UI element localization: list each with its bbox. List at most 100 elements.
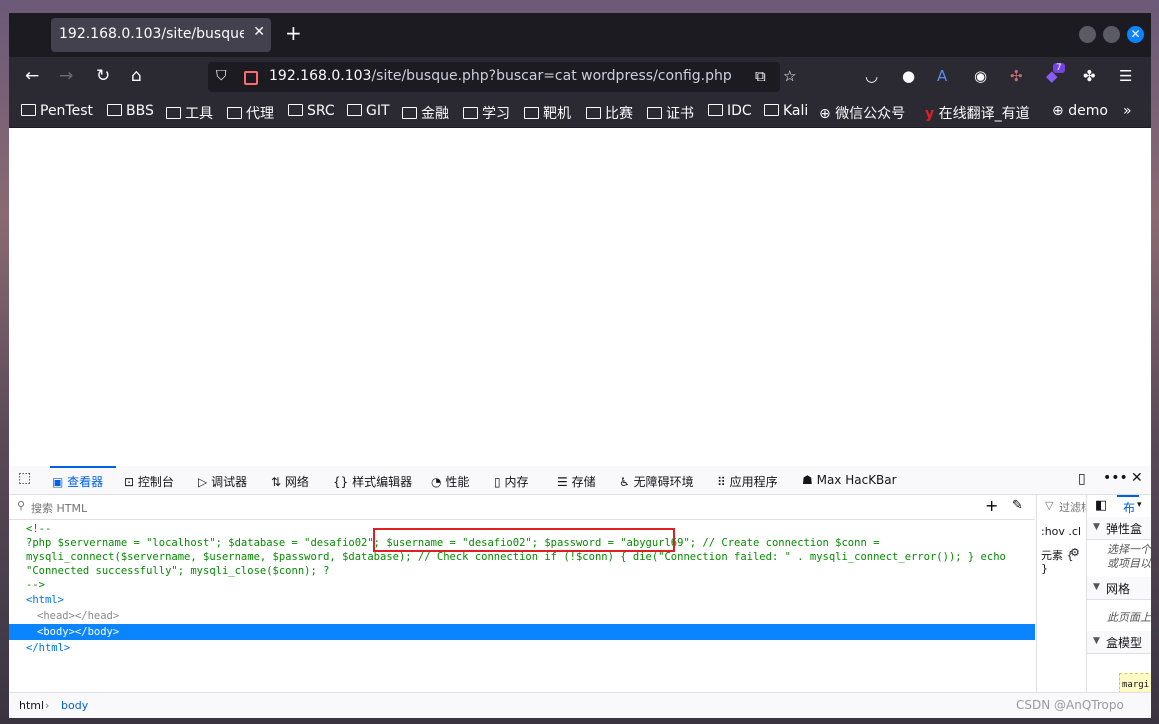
close-devtools-icon[interactable]: ✕ (1131, 470, 1143, 486)
html-search-bar[interactable]: ⚲ 搜索 HTML + ✎ (9, 495, 1035, 520)
new-tab-button[interactable]: + (285, 21, 302, 45)
close-tab-icon[interactable]: ✕ (253, 24, 265, 40)
sidebar-toggle-icon[interactable]: ◧ (1095, 498, 1107, 513)
account-icon[interactable]: ● (902, 67, 915, 85)
home-icon[interactable]: ⌂ (131, 66, 142, 86)
inspector-icon: ▣ (52, 475, 64, 489)
bookmark-folder[interactable]: 学习 (463, 103, 510, 123)
credentials-highlight-box (373, 528, 675, 552)
browser-tab[interactable]: 192.168.0.103/site/busque.ph ✕ (51, 18, 271, 52)
search-html-input[interactable]: 搜索 HTML (31, 500, 87, 516)
breadcrumb-body[interactable]: body (61, 699, 88, 712)
breadcrumb: html › body (9, 692, 1151, 718)
menu-hamburger-icon[interactable]: ☰ (1119, 67, 1132, 85)
bookmark-folder[interactable]: Kali (764, 103, 808, 119)
watermark: CSDN @AnQTropo (1016, 698, 1124, 712)
back-icon[interactable]: ← (25, 66, 39, 86)
responsive-design-icon[interactable]: ▯ (1078, 471, 1086, 487)
tab-accessibility[interactable]: ♿ 无障碍环境 (619, 473, 694, 490)
extension-badge: 7 (1053, 63, 1065, 73)
tab-style-editor[interactable]: {} 样式编辑器 (333, 473, 412, 490)
bookmark-folder[interactable]: 金融 (402, 103, 449, 123)
tab-application[interactable]: ⠿ 应用程序 (717, 473, 778, 490)
bookmark-star-icon[interactable]: ☆ (783, 67, 796, 85)
browser-window: 192.168.0.103/site/busque.ph ✕ + ✕ ← → ↻… (9, 13, 1151, 718)
accessibility-icon: ♿ (619, 475, 630, 489)
flexbox-section[interactable]: ▼ 弹性盒 (1087, 517, 1151, 540)
minimize-button[interactable] (1079, 26, 1096, 43)
bookmark-folder[interactable]: 代理 (227, 103, 274, 123)
devtools-toolbar: ⬚ ▣ 查看器 ⊡ 控制台 ▷ 调试器 ⇅ 网络 {} 样式编辑器 ◔ 性能 ▯… (9, 466, 1151, 495)
storage-icon: ☰ (557, 475, 568, 489)
style-editor-icon: {} (333, 475, 349, 489)
tab-inspector[interactable]: ▣ 查看器 (52, 473, 103, 490)
tab-performance[interactable]: ◔ 性能 (431, 473, 469, 490)
folder-icon (586, 107, 601, 119)
pseudo-class-toggle[interactable]: :hov .cl (1041, 525, 1081, 538)
extensions-puzzle-icon[interactable]: ✤ (1083, 67, 1096, 85)
bookmark-folder[interactable]: 工具 (166, 103, 213, 123)
tab-storage[interactable]: ☰ 存储 (557, 473, 596, 490)
bookmark-folder[interactable]: BBS (107, 103, 154, 119)
tab-strip: 192.168.0.103/site/busque.ph ✕ + ✕ (9, 13, 1151, 57)
selected-node-highlight (9, 624, 1035, 640)
selected-tab-indicator (50, 466, 116, 468)
gear-icon[interactable]: ⚙ (1070, 546, 1080, 559)
add-node-icon[interactable]: + (985, 496, 998, 515)
debugger-icon: ▷ (198, 475, 208, 489)
bookmark-folder[interactable]: 靶机 (524, 103, 571, 123)
body-node[interactable]: <body></body> (37, 624, 119, 640)
filter-icon: ▽ (1045, 499, 1054, 512)
chevron-down-icon: ▼ (1093, 636, 1100, 646)
breadcrumb-html[interactable]: html (19, 699, 44, 712)
filter-styles-input[interactable]: 过滤样 (1059, 499, 1087, 515)
bookmark-folder[interactable]: GIT (347, 103, 390, 119)
more-options-icon[interactable]: ••• (1103, 470, 1128, 486)
forward-icon[interactable]: → (59, 66, 73, 86)
bookmark-folder[interactable]: IDC (708, 103, 752, 119)
tab-hackbar[interactable]: ☗ Max HacKBar (802, 473, 897, 487)
tab-memory[interactable]: ▯ 内存 (494, 473, 528, 490)
html-node[interactable]: <html> (26, 592, 64, 608)
head-node[interactable]: <head></head> (37, 608, 119, 624)
url-bar[interactable]: ⛉ 192.168.0.103/site/busque.php?buscar=c… (208, 62, 796, 92)
maximize-button[interactable] (1103, 26, 1120, 43)
record-extension-icon[interactable]: ◉ (974, 67, 987, 85)
bookmark-folder[interactable]: PenTest (21, 103, 93, 119)
hackbar-icon: ☗ (802, 473, 813, 487)
tab-title: 192.168.0.103/site/busque.ph (59, 26, 244, 42)
close-window-button[interactable]: ✕ (1127, 26, 1144, 43)
shield-icon[interactable]: ⛉ (216, 68, 227, 84)
folder-icon (166, 107, 181, 119)
tab-network[interactable]: ⇅ 网络 (271, 473, 309, 490)
insecure-lock-icon[interactable] (244, 71, 258, 85)
element-picker-icon[interactable]: ⬚ (18, 470, 31, 486)
reload-icon[interactable]: ↻ (96, 66, 110, 86)
eyedropper-icon[interactable]: ✎ (1012, 498, 1023, 513)
bookmark-link[interactable]: ⊕ demo (1052, 103, 1108, 119)
bookmark-folder[interactable]: 比赛 (586, 103, 633, 123)
tab-console[interactable]: ⊡ 控制台 (124, 473, 174, 490)
grid-section[interactable]: ▼ 网格 (1087, 577, 1151, 600)
translate-icon[interactable]: ⧉ (755, 67, 766, 85)
translate-extension-icon[interactable]: A (937, 67, 947, 85)
bookmark-link[interactable]: y 在线翻译_有道 (925, 103, 1030, 123)
markup-view: <!-- ?php $servername = "localhost"; $da… (9, 520, 1035, 692)
folder-icon (347, 104, 362, 116)
tab-layout[interactable]: 布 (1123, 499, 1135, 516)
bookmarks-overflow-icon[interactable]: » (1123, 103, 1132, 119)
hackbar-extension-icon[interactable]: ✣ (1010, 67, 1023, 85)
tab-debugger[interactable]: ▷ 调试器 (198, 473, 247, 490)
chevron-down-icon[interactable]: ▾ (1137, 500, 1142, 510)
pocket-icon[interactable]: ◡ (865, 67, 878, 85)
folder-icon (524, 107, 539, 119)
url-text[interactable]: 192.168.0.103/site/busque.php?buscar=cat… (269, 68, 732, 84)
folder-icon (764, 104, 779, 116)
bookmark-folder[interactable]: SRC (288, 103, 335, 119)
box-model-margin: margi (1119, 673, 1151, 694)
bookmark-link[interactable]: ⊕ 微信公众号 (819, 103, 905, 123)
box-model-section[interactable]: ▼ 盒模型 (1087, 631, 1151, 654)
chevron-down-icon: ▼ (1093, 522, 1100, 532)
bookmark-folder[interactable]: 证书 (647, 103, 694, 123)
folder-icon (463, 107, 478, 119)
